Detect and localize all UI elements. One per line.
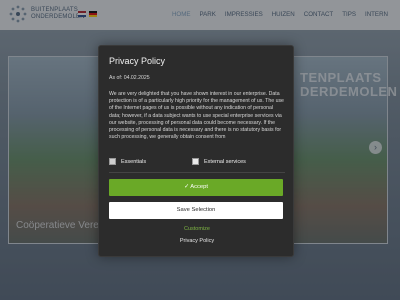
essentials-label: Essentials: [121, 158, 147, 165]
external-services-checkbox[interactable]: [192, 158, 199, 165]
privacy-policy-dialog: Privacy Policy As of: 04.02.2025 We are …: [98, 45, 294, 257]
dialog-title: Privacy Policy: [109, 56, 166, 66]
essentials-checkbox[interactable]: [109, 158, 116, 165]
external-services-option[interactable]: External services: [192, 158, 246, 165]
policy-date: As of: 04.02.2025: [109, 75, 150, 81]
accept-button[interactable]: ✓ Accept: [109, 179, 283, 196]
essentials-option[interactable]: Essentials: [109, 158, 146, 165]
customize-link[interactable]: Customize: [99, 226, 295, 232]
privacy-policy-link[interactable]: Privacy Policy: [99, 238, 295, 244]
external-services-label: External services: [204, 158, 246, 165]
divider: [109, 172, 285, 173]
policy-text: We are very delighted that you have show…: [109, 91, 284, 141]
save-selection-button[interactable]: Save Selection: [109, 202, 283, 219]
